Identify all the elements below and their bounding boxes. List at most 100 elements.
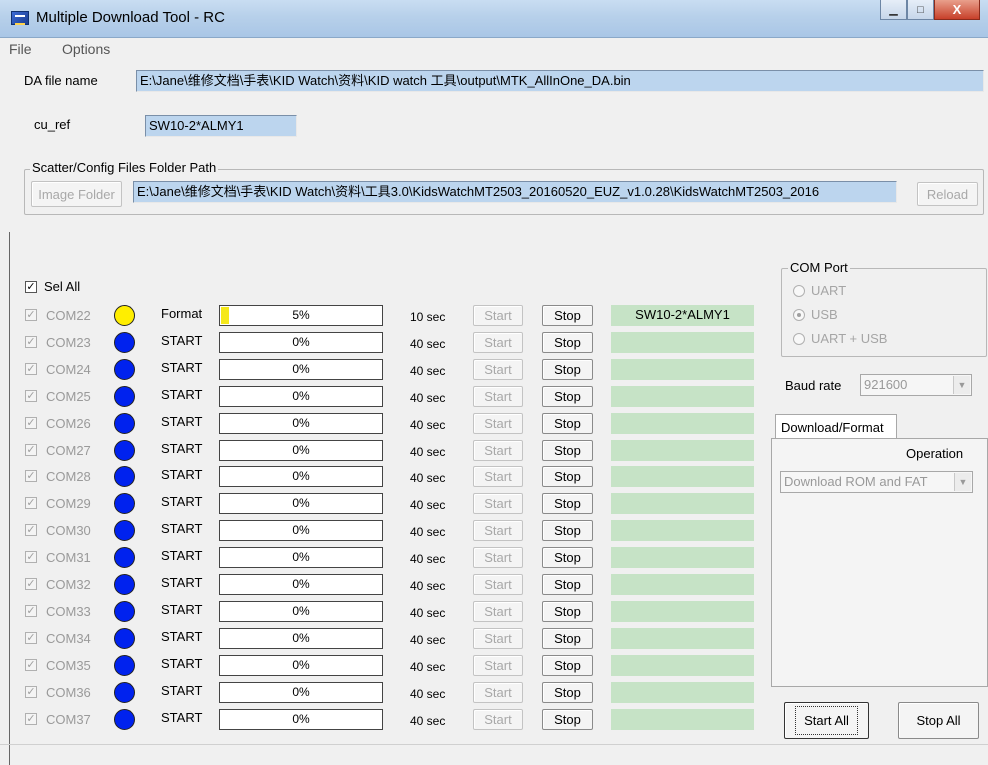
row-start-button[interactable]: Start <box>473 413 523 434</box>
status-led-icon <box>114 466 135 487</box>
row-status: START <box>161 414 203 429</box>
stop-all-button[interactable]: Stop All <box>898 702 979 739</box>
row-start-button[interactable]: Start <box>473 359 523 380</box>
row-stop-button[interactable]: Stop <box>542 682 593 703</box>
start-all-button[interactable]: Start All <box>784 702 869 739</box>
port-checkbox[interactable]: ✓ <box>25 497 37 509</box>
row-start-button[interactable]: Start <box>473 709 523 730</box>
dropdown-arrow-icon: ▼ <box>953 376 970 394</box>
row-stop-button[interactable]: Stop <box>542 440 593 461</box>
progress-bar: 0% <box>219 628 383 649</box>
port-checkbox[interactable]: ✓ <box>25 605 37 617</box>
maximize-button[interactable]: □ <box>907 0 934 20</box>
row-start-button[interactable]: Start <box>473 493 523 514</box>
row-start-button[interactable]: Start <box>473 628 523 649</box>
row-start-button[interactable]: Start <box>473 520 523 541</box>
com-label: COM30 <box>46 523 91 538</box>
row-status: START <box>161 629 203 644</box>
row-status: START <box>161 683 203 698</box>
tab-download-format[interactable]: Download/Format <box>775 414 897 439</box>
port-checkbox[interactable]: ✓ <box>25 363 37 375</box>
row-stop-button[interactable]: Stop <box>542 332 593 353</box>
row-start-button[interactable]: Start <box>473 466 523 487</box>
port-checkbox[interactable]: ✓ <box>25 336 37 348</box>
row-result <box>611 493 754 514</box>
progress-text: 0% <box>292 577 310 591</box>
da-file-field[interactable]: E:\Jane\维修文档\手表\KID Watch\资料\KID watch 工… <box>136 70 984 92</box>
status-led-icon <box>114 709 135 730</box>
image-folder-button[interactable]: Image Folder <box>31 181 122 207</box>
status-led-icon <box>114 413 135 434</box>
status-led-icon <box>114 601 135 622</box>
port-checkbox[interactable]: ✓ <box>25 578 37 590</box>
com-label: COM37 <box>46 712 91 727</box>
row-stop-button[interactable]: Stop <box>542 413 593 434</box>
row-stop-button[interactable]: Stop <box>542 520 593 541</box>
row-status: START <box>161 387 203 402</box>
row-stop-button[interactable]: Stop <box>542 574 593 595</box>
row-start-button[interactable]: Start <box>473 332 523 353</box>
progress-bar: 0% <box>219 466 383 487</box>
port-checkbox[interactable]: ✓ <box>25 713 37 725</box>
row-stop-button[interactable]: Stop <box>542 547 593 568</box>
dropdown-arrow-icon: ▼ <box>954 473 971 491</box>
row-stop-button[interactable]: Stop <box>542 359 593 380</box>
row-time: 40 sec <box>410 660 446 674</box>
row-stop-button[interactable]: Stop <box>542 628 593 649</box>
radio-usb[interactable]: USB <box>793 307 838 322</box>
progress-bar: 0% <box>219 682 383 703</box>
row-stop-button[interactable]: Stop <box>542 305 593 326</box>
row-stop-button[interactable]: Stop <box>542 655 593 676</box>
reload-button[interactable]: Reload <box>917 182 978 206</box>
row-stop-button[interactable]: Stop <box>542 466 593 487</box>
row-result <box>611 682 754 703</box>
row-start-button[interactable]: Start <box>473 386 523 407</box>
com-label: COM29 <box>46 496 91 511</box>
port-checkbox[interactable]: ✓ <box>25 659 37 671</box>
com-label: COM22 <box>46 308 91 323</box>
port-checkbox[interactable]: ✓ <box>25 632 37 644</box>
row-start-button[interactable]: Start <box>473 547 523 568</box>
baud-rate-select[interactable]: 921600 ▼ <box>860 374 972 396</box>
sel-all-checkbox[interactable]: ✓ <box>25 281 37 293</box>
row-stop-button[interactable]: Stop <box>542 386 593 407</box>
cu-ref-label: cu_ref <box>34 117 71 132</box>
port-checkbox[interactable]: ✓ <box>25 309 37 321</box>
close-button[interactable]: X <box>934 0 980 20</box>
status-led-icon <box>114 359 135 380</box>
progress-bar: 0% <box>219 440 383 461</box>
menu-options[interactable]: Options <box>62 41 110 57</box>
row-start-button[interactable]: Start <box>473 655 523 676</box>
row-result <box>611 413 754 434</box>
port-checkbox[interactable]: ✓ <box>25 390 37 402</box>
row-result <box>611 359 754 380</box>
operation-select[interactable]: Download ROM and FAT ▼ <box>780 471 973 493</box>
da-file-label: DA file name <box>24 73 98 88</box>
port-checkbox[interactable]: ✓ <box>25 551 37 563</box>
cu-ref-field[interactable]: SW10-2*ALMY1 <box>145 115 297 137</box>
status-led-icon <box>114 493 135 514</box>
row-stop-button[interactable]: Stop <box>542 601 593 622</box>
row-start-button[interactable]: Start <box>473 440 523 461</box>
port-checkbox[interactable]: ✓ <box>25 686 37 698</box>
port-checkbox[interactable]: ✓ <box>25 470 37 482</box>
window-controls: ▁ □ X <box>880 0 980 22</box>
minimize-button[interactable]: ▁ <box>880 0 907 20</box>
row-start-button[interactable]: Start <box>473 682 523 703</box>
radio-uart-usb[interactable]: UART + USB <box>793 331 887 346</box>
port-checkbox[interactable]: ✓ <box>25 417 37 429</box>
row-result <box>611 386 754 407</box>
row-stop-button[interactable]: Stop <box>542 493 593 514</box>
port-checkbox[interactable]: ✓ <box>25 524 37 536</box>
menu-file[interactable]: File <box>9 41 32 57</box>
scatter-path-field[interactable]: E:\Jane\维修文档\手表\KID Watch\资料\工具3.0\KidsW… <box>133 181 897 203</box>
progress-bar: 0% <box>219 386 383 407</box>
port-checkbox[interactable]: ✓ <box>25 444 37 456</box>
row-start-button[interactable]: Start <box>473 574 523 595</box>
row-stop-button[interactable]: Stop <box>542 709 593 730</box>
radio-uart[interactable]: UART <box>793 283 846 298</box>
row-start-button[interactable]: Start <box>473 305 523 326</box>
row-status: START <box>161 656 203 671</box>
progress-bar: 0% <box>219 574 383 595</box>
row-start-button[interactable]: Start <box>473 601 523 622</box>
